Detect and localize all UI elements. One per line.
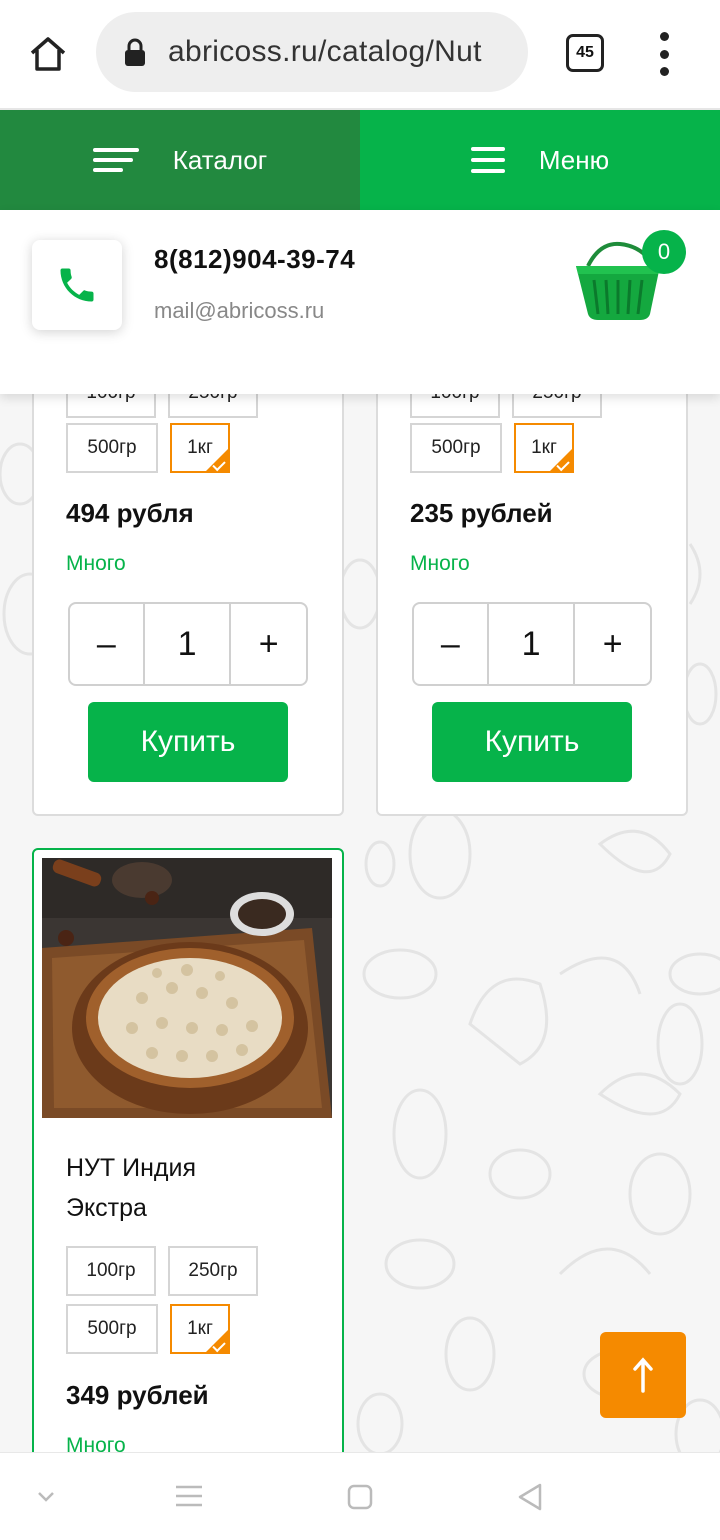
phone-call-button[interactable] — [32, 240, 122, 330]
weight-option[interactable]: 250гр — [512, 394, 602, 418]
email-link[interactable]: mail@abricoss.ru — [154, 298, 324, 324]
buy-button[interactable]: Купить — [88, 702, 288, 782]
weight-option-selected[interactable]: 1кг — [514, 423, 574, 473]
weight-option[interactable]: 100гр — [66, 1246, 156, 1296]
weight-option[interactable]: 250гр — [168, 1246, 258, 1296]
catalog-label: Каталог — [172, 144, 268, 175]
stock-status: Много — [66, 1434, 126, 1452]
stock-status: Много — [410, 552, 470, 575]
product-card: 100гр 250гр 500гр 1кг 494 рубля Много – … — [32, 394, 344, 816]
catalog-button[interactable]: Каталог — [0, 110, 360, 210]
product-title[interactable]: НУТ Индия Экстра — [66, 1148, 326, 1228]
increase-button[interactable]: + — [575, 604, 650, 684]
cart-count-badge: 0 — [642, 230, 686, 274]
quantity-value[interactable]: 1 — [145, 604, 232, 684]
home-square-icon[interactable] — [346, 1483, 374, 1511]
catalog-lines-icon — [92, 148, 139, 172]
phone-number-link[interactable]: 8(812)904-39-74 — [154, 244, 355, 275]
weight-option[interactable]: 500гр — [410, 423, 502, 473]
lock-icon — [125, 38, 145, 66]
arrow-up-icon — [633, 1357, 653, 1393]
hamburger-icon — [470, 147, 505, 173]
system-nav-bar — [0, 1452, 720, 1540]
weight-option-selected[interactable]: 1кг — [170, 423, 230, 473]
decrease-button[interactable]: – — [70, 604, 145, 684]
quantity-stepper: – 1 + — [412, 602, 652, 686]
browser-toolbar: abricoss.ru/catalog/Nut 45 — [0, 0, 720, 110]
home-icon[interactable] — [22, 28, 74, 80]
product-card[interactable]: НУТ Индия Экстра 100гр 250гр 500гр 1кг 3… — [32, 848, 344, 1452]
quantity-value[interactable]: 1 — [489, 604, 576, 684]
product-price: 349 рублей — [66, 1380, 209, 1410]
product-price: 494 рубля — [66, 498, 194, 528]
increase-button[interactable]: + — [231, 604, 306, 684]
back-triangle-icon[interactable] — [516, 1481, 546, 1513]
buy-button[interactable]: Купить — [432, 702, 632, 782]
product-title-line: НУТ Индия — [66, 1154, 197, 1182]
url-text: abricoss.ru/catalog/Nut — [168, 35, 482, 68]
weight-option[interactable]: 100гр — [66, 394, 156, 418]
quantity-stepper: – 1 + — [68, 602, 308, 686]
phone-icon — [60, 268, 94, 302]
catalog-content: 100гр 250гр 500гр 1кг 494 рубля Много – … — [0, 394, 720, 1452]
weight-option[interactable]: 500гр — [66, 423, 158, 473]
weight-option[interactable]: 100гр — [410, 394, 500, 418]
decrease-button[interactable]: – — [414, 604, 489, 684]
menu-button[interactable]: Меню — [360, 110, 720, 210]
menu-label: Меню — [538, 144, 610, 175]
contact-header: 8(812)904-39-74 mail@abricoss.ru 0 — [0, 210, 720, 394]
chevron-down-icon[interactable] — [34, 1487, 58, 1505]
stock-status: Много — [66, 552, 126, 575]
address-bar[interactable]: abricoss.ru/catalog/Nut — [96, 12, 528, 92]
product-price: 235 рублей — [410, 498, 553, 528]
scroll-to-top-button[interactable] — [600, 1332, 686, 1418]
site-nav: Каталог Меню — [0, 110, 720, 210]
product-card: 100гр 250гр 500гр 1кг 235 рублей Много –… — [376, 394, 688, 816]
weight-option[interactable]: 500гр — [66, 1304, 158, 1354]
tabs-count-button[interactable]: 45 — [566, 34, 604, 72]
weight-option-selected[interactable]: 1кг — [170, 1304, 230, 1354]
product-image[interactable] — [42, 858, 332, 1118]
more-icon[interactable] — [652, 32, 676, 76]
weight-option[interactable]: 250гр — [168, 394, 258, 418]
recents-icon[interactable] — [174, 1483, 204, 1509]
product-title-line: Экстра — [66, 1194, 147, 1222]
